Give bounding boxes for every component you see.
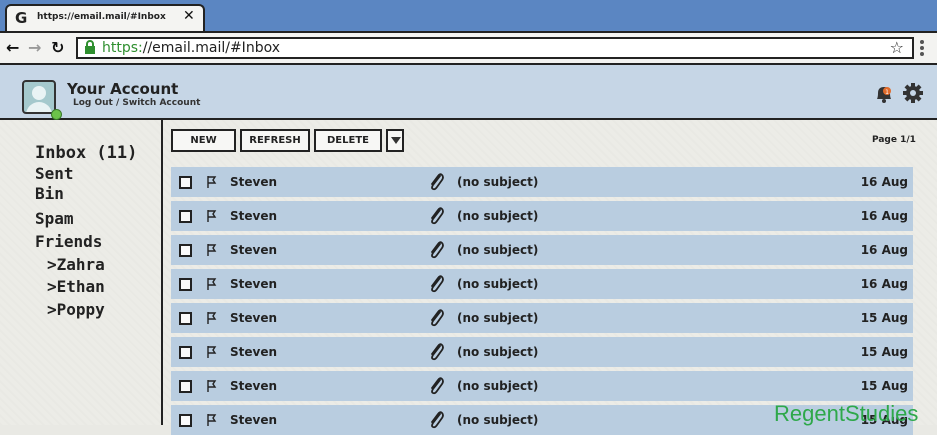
back-arrow-icon[interactable]: ← — [6, 38, 19, 57]
flag-icon[interactable] — [206, 277, 218, 291]
folder-inbox[interactable]: Inbox (11) — [35, 143, 137, 163]
page-indicator: Page 1/1 — [872, 135, 916, 145]
more-actions-dropdown[interactable] — [386, 129, 404, 152]
attachment-paperclip-icon — [431, 173, 444, 191]
message-row[interactable]: Steven (no subject) 16 Aug — [171, 201, 913, 231]
date-text: 16 Aug — [860, 175, 908, 189]
account-name: Your Account — [67, 80, 179, 98]
folder-sidebar: Inbox (11) Sent Bin Spam Friends >Zahra … — [0, 120, 163, 425]
reload-icon[interactable]: ↻ — [51, 38, 64, 57]
lock-icon — [85, 40, 95, 54]
select-checkbox[interactable] — [179, 278, 192, 291]
folder-ethan[interactable]: >Ethan — [47, 277, 105, 296]
sender-name: Steven — [230, 277, 278, 291]
address-bar-row: ← → ↻ https://email.mail/#Inbox ☆ — [0, 31, 937, 65]
flag-icon[interactable] — [206, 175, 218, 189]
attachment-paperclip-icon — [431, 275, 444, 293]
select-checkbox[interactable] — [179, 176, 192, 189]
subject-text: (no subject) — [457, 243, 539, 257]
date-text: 16 Aug — [860, 209, 908, 223]
avatar[interactable] — [22, 80, 56, 114]
watermark-text: RegentStudies — [774, 401, 919, 426]
subject-text: (no subject) — [457, 345, 539, 359]
folder-bin[interactable]: Bin — [35, 184, 64, 203]
delete-button[interactable]: DELETE — [314, 129, 382, 152]
date-text: 16 Aug — [860, 277, 908, 291]
online-status-icon — [51, 109, 62, 120]
tab-title: https://email.mail/#Inbox — [37, 12, 166, 22]
message-row[interactable]: Steven (no subject) 15 Aug — [171, 371, 913, 401]
refresh-button[interactable]: REFRESH — [240, 129, 310, 152]
flag-icon[interactable] — [206, 379, 218, 393]
sender-name: Steven — [230, 209, 278, 223]
select-checkbox[interactable] — [179, 210, 192, 223]
select-checkbox[interactable] — [179, 414, 192, 427]
folder-sent[interactable]: Sent — [35, 164, 74, 183]
flag-icon[interactable] — [206, 243, 218, 257]
browser-tab[interactable]: G https://email.mail/#Inbox ✕ — [5, 4, 205, 31]
url-field[interactable]: https://email.mail/#Inbox ☆ — [76, 37, 914, 59]
message-row[interactable]: Steven (no subject) 15 Aug — [171, 303, 913, 333]
sender-name: Steven — [230, 243, 278, 257]
url-text: https://email.mail/#Inbox — [102, 39, 280, 57]
subject-text: (no subject) — [457, 277, 539, 291]
folder-friends[interactable]: Friends — [35, 232, 102, 251]
message-row[interactable]: Steven (no subject) 16 Aug — [171, 269, 913, 299]
attachment-paperclip-icon — [431, 411, 444, 429]
attachment-paperclip-icon — [431, 343, 444, 361]
message-row[interactable]: Steven (no subject) 15 Aug — [171, 337, 913, 367]
flag-icon[interactable] — [206, 311, 218, 325]
message-row[interactable]: Steven (no subject) 16 Aug — [171, 235, 913, 265]
date-text: 15 Aug — [860, 379, 908, 393]
forward-arrow-icon[interactable]: → — [28, 38, 41, 57]
select-checkbox[interactable] — [179, 244, 192, 257]
account-header: Your Account Log Out / Switch Account 1 — [0, 65, 937, 120]
browser-menu-icon[interactable] — [920, 40, 924, 58]
google-favicon-icon: G — [15, 9, 28, 27]
select-checkbox[interactable] — [179, 346, 192, 359]
select-checkbox[interactable] — [179, 312, 192, 325]
url-path: //email.mail/#Inbox — [142, 40, 280, 56]
notification-bell-icon[interactable]: 1 — [873, 83, 895, 105]
attachment-paperclip-icon — [431, 377, 444, 395]
date-text: 16 Aug — [860, 243, 908, 257]
flag-icon[interactable] — [206, 209, 218, 223]
sender-name: Steven — [230, 345, 278, 359]
flag-icon[interactable] — [206, 345, 218, 359]
subject-text: (no subject) — [457, 379, 539, 393]
sender-name: Steven — [230, 311, 278, 325]
browser-tab-bar: G https://email.mail/#Inbox ✕ — [0, 0, 937, 31]
logout-switch-link[interactable]: Log Out / Switch Account — [73, 98, 200, 108]
url-scheme: https: — [102, 40, 143, 56]
date-text: 15 Aug — [860, 311, 908, 325]
bookmark-star-icon[interactable]: ☆ — [890, 39, 904, 57]
subject-text: (no subject) — [457, 311, 539, 325]
attachment-paperclip-icon — [431, 207, 444, 225]
date-text: 15 Aug — [860, 345, 908, 359]
message-row[interactable]: Steven (no subject) 16 Aug — [171, 167, 913, 197]
select-checkbox[interactable] — [179, 380, 192, 393]
folder-poppy[interactable]: >Poppy — [47, 300, 105, 319]
subject-text: (no subject) — [457, 209, 539, 223]
attachment-paperclip-icon — [431, 309, 444, 327]
new-button[interactable]: NEW — [171, 129, 236, 152]
notification-count: 1 — [885, 89, 889, 96]
folder-zahra[interactable]: >Zahra — [47, 255, 105, 274]
tab-close-icon[interactable]: ✕ — [183, 8, 195, 24]
folder-spam[interactable]: Spam — [35, 209, 74, 228]
subject-text: (no subject) — [457, 175, 539, 189]
attachment-paperclip-icon — [431, 241, 444, 259]
sender-name: Steven — [230, 379, 278, 393]
sender-name: Steven — [230, 175, 278, 189]
settings-gear-icon[interactable] — [902, 82, 924, 104]
